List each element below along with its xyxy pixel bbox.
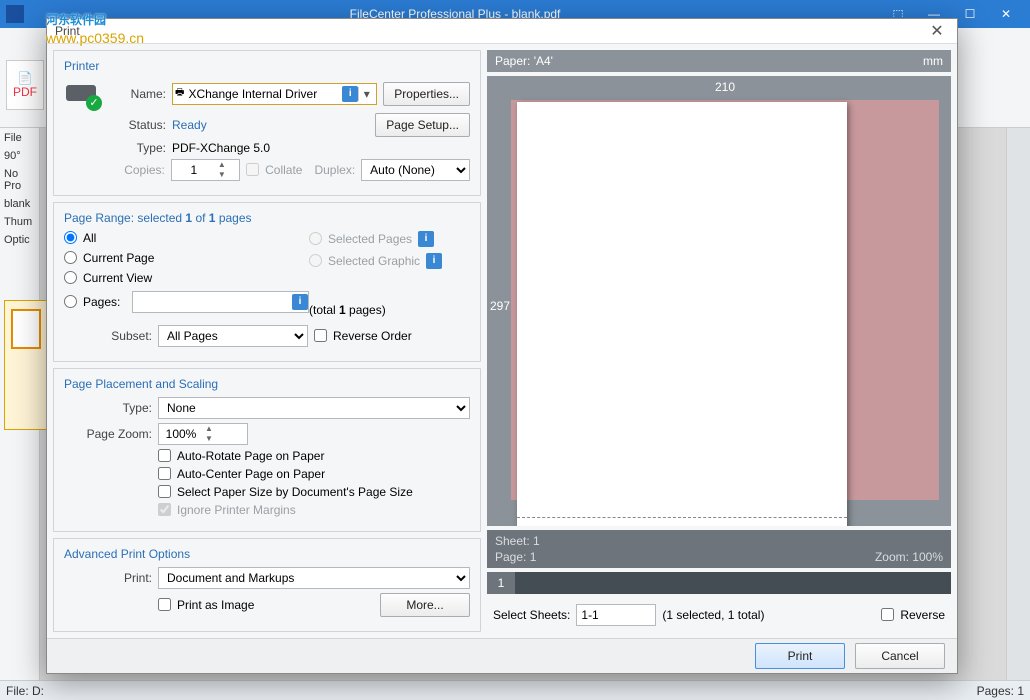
auto-center-checkbox[interactable]: Auto-Center Page on Paper	[158, 467, 325, 481]
thumbnail-panel	[4, 300, 48, 430]
type-label: Type:	[110, 141, 166, 155]
options-tab[interactable]: Optic	[4, 234, 35, 246]
printer-panel: Printer ✓ Name: 🖶 XChange Internal Drive…	[53, 50, 481, 196]
range-selected-pages-radio[interactable]: Selected Pages i	[309, 231, 470, 247]
range-all-radio[interactable]: All	[64, 231, 309, 245]
range-selected-graphic-radio: Selected Graphic i	[309, 253, 470, 269]
page-label: Page: 1	[495, 550, 536, 564]
status-value: Ready	[172, 118, 369, 132]
type-value: PDF-XChange 5.0	[172, 141, 270, 155]
dialog-titlebar: Print ✕	[47, 19, 957, 44]
advanced-header: Advanced Print Options	[64, 547, 470, 561]
statusbar: File: D: Pages: 1	[0, 680, 1030, 700]
subset-label: Subset:	[64, 329, 152, 343]
ignore-margins-checkbox: Ignore Printer Margins	[158, 503, 296, 517]
range-current-page-radio[interactable]: Current Page	[64, 251, 309, 265]
status-label: Status:	[110, 118, 166, 132]
preview-page	[517, 102, 847, 526]
page-setup-button[interactable]: Page Setup...	[375, 113, 470, 137]
window-close-button[interactable]: ✕	[988, 0, 1024, 28]
range-pages-radio[interactable]: Pages:	[64, 295, 126, 309]
preview-header: Paper: 'A4' mm	[487, 50, 951, 72]
rotate-icon[interactable]: 90°	[4, 150, 35, 162]
file-tab[interactable]: File	[4, 132, 35, 144]
page-zoom-label: Page Zoom:	[64, 427, 152, 441]
reverse-order-checkbox[interactable]: Reverse Order	[314, 329, 412, 343]
info-icon[interactable]: i	[426, 253, 442, 269]
printer-select[interactable]: 🖶 XChange Internal Driver i ▾	[172, 83, 377, 105]
preview-tab-1[interactable]: 1	[487, 572, 515, 594]
page-zoom-input[interactable]	[159, 426, 203, 442]
printer-icon: ✓	[64, 79, 100, 109]
cancel-button[interactable]: Cancel	[855, 643, 945, 669]
placement-header: Page Placement and Scaling	[64, 377, 470, 391]
dialog-close-button[interactable]: ✕	[925, 21, 949, 41]
reverse-sheets-checkbox[interactable]: Reverse	[881, 608, 945, 622]
print-as-image-checkbox[interactable]: Print as Image	[158, 598, 254, 612]
select-sheets-input[interactable]	[576, 604, 656, 626]
page-range-panel: Page Range: selected 1 of 1 pages All Cu…	[53, 202, 481, 362]
info-icon[interactable]: i	[292, 294, 308, 310]
properties-button[interactable]: Properties...	[383, 82, 470, 106]
ruler-left: 297	[491, 102, 509, 510]
placement-panel: Page Placement and Scaling Type: None Pa…	[53, 368, 481, 532]
page-zoom-spinner[interactable]: ▲▼	[158, 423, 248, 445]
paper-size-checkbox[interactable]: Select Paper Size by Document's Page Siz…	[158, 485, 413, 499]
select-sheets-row: Select Sheets: (1 selected, 1 total) Rev…	[487, 598, 951, 632]
paper-label: Paper: 'A4'	[495, 54, 553, 68]
dialog-footer: Print Cancel	[47, 638, 957, 673]
pdf-icon: 📄	[18, 71, 33, 85]
range-current-view-radio[interactable]: Current View	[64, 271, 309, 285]
duplex-select[interactable]: Auto (None)	[361, 159, 470, 181]
thumbnails-tab[interactable]: Thum	[4, 216, 35, 228]
zoom-label: Zoom: 100%	[875, 550, 943, 564]
print-what-label: Print:	[64, 571, 152, 585]
blank-tab[interactable]: blank	[4, 198, 35, 210]
print-what-select[interactable]: Document and Markups	[158, 567, 470, 589]
dialog-title: Print	[55, 24, 925, 38]
more-button[interactable]: More...	[380, 593, 470, 617]
advanced-panel: Advanced Print Options Print: Document a…	[53, 538, 481, 632]
preview-tabs: 1	[487, 572, 951, 594]
preview-pane: Paper: 'A4' mm 210 297 Sheet: 1 Page: 1 Z…	[487, 50, 951, 632]
ruler-top: 210	[511, 80, 939, 96]
chevron-down-icon[interactable]: ▾	[358, 87, 374, 101]
scrollbar-vertical[interactable]	[1006, 128, 1030, 680]
app-icon	[6, 5, 24, 23]
info-icon[interactable]: i	[418, 231, 434, 247]
unit-label: mm	[923, 54, 943, 68]
print-button[interactable]: Print	[755, 643, 845, 669]
pages-input[interactable]	[133, 294, 292, 310]
select-sheets-note: (1 selected, 1 total)	[662, 608, 764, 622]
printer-name: XChange Internal Driver	[184, 87, 342, 101]
duplex-label: Duplex:	[314, 163, 355, 177]
scale-type-label: Type:	[64, 401, 152, 415]
auto-rotate-checkbox[interactable]: Auto-Rotate Page on Paper	[158, 449, 324, 463]
info-icon[interactable]: i	[342, 86, 358, 102]
printer-header: Printer	[64, 59, 470, 73]
print-dialog: Print ✕ Printer ✓ Name: 🖶 XChange Intern…	[46, 18, 958, 674]
status-file: File: D:	[6, 684, 44, 698]
preview-status: Sheet: 1 Page: 1 Zoom: 100%	[487, 530, 951, 568]
copies-spinner[interactable]: ▲▼	[171, 159, 240, 181]
collate-checkbox[interactable]: Collate	[246, 163, 302, 177]
select-sheets-label: Select Sheets:	[493, 608, 570, 622]
thumbnail-page[interactable]	[11, 309, 41, 349]
sheet-label: Sheet: 1	[495, 534, 540, 548]
printer-mini-icon: 🖶	[175, 85, 184, 102]
copies-label: Copies:	[110, 163, 165, 177]
preview-area: 210 297	[487, 76, 951, 526]
no-proof-label: No Pro	[4, 168, 35, 192]
page-range-header: Page Range: selected 1 of 1 pages	[64, 211, 470, 225]
subset-select[interactable]: All Pages	[158, 325, 308, 347]
copies-input[interactable]	[172, 162, 216, 178]
name-label: Name:	[110, 87, 166, 101]
scale-type-select[interactable]: None	[158, 397, 470, 419]
pdf-button[interactable]: 📄PDF	[6, 60, 44, 110]
status-pages: Pages: 1	[977, 684, 1024, 698]
